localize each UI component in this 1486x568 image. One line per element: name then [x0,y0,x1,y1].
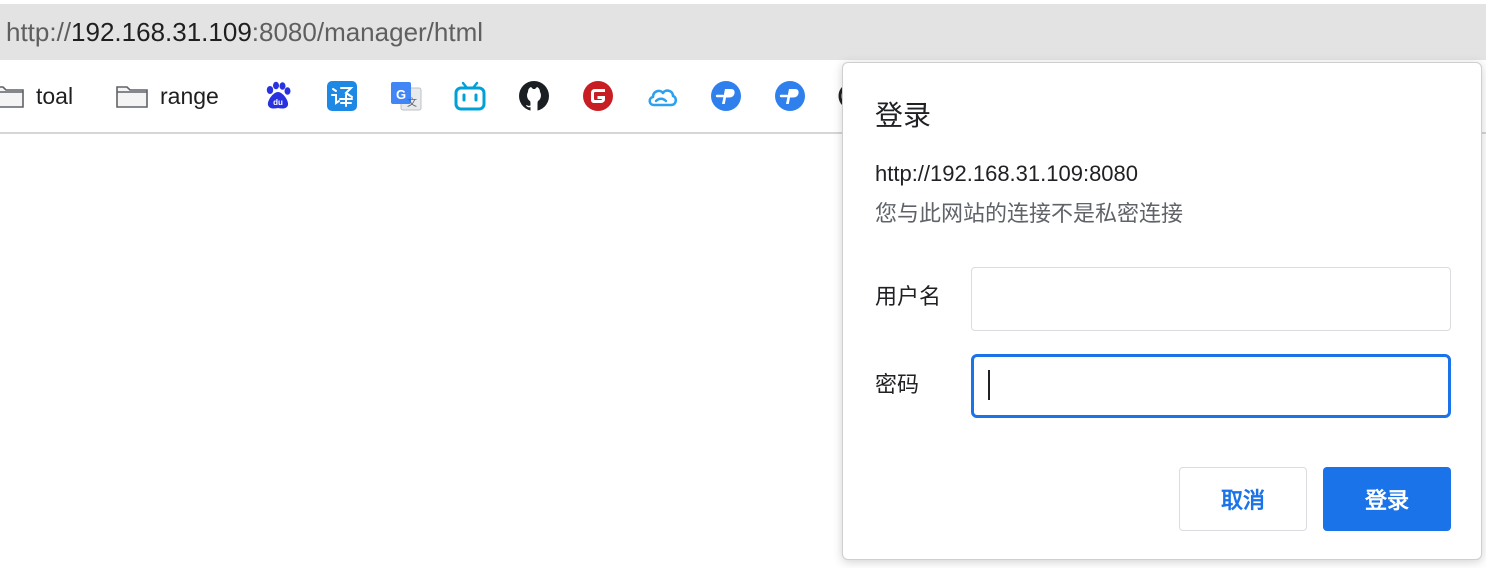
bookmark-p-icon [711,81,741,111]
dialog-origin: http://192.168.31.109:8080 [875,161,1139,186]
bookmark-folder-toal[interactable]: toal [0,60,73,132]
login-button[interactable]: 登录 [1323,467,1451,531]
baidu-icon: du [266,81,291,109]
folder-icon [116,86,148,108]
password-label: 密码 [875,373,920,398]
bookmark-p-icon [775,81,805,111]
url-text[interactable]: http://192.168.31.109:8080/manager/html [6,17,483,47]
login-dialog: 登录 http://192.168.31.109:8080 您与此网站的连接不是… [842,62,1482,560]
bookmark-p-2[interactable] [774,60,806,132]
bookmark-bilibili[interactable] [454,60,486,132]
cancel-button[interactable]: 取消 [1179,467,1307,531]
browser-window: http://192.168.31.109:8080/manager/html … [0,0,1486,568]
bookmark-github[interactable] [518,60,550,132]
github-icon [519,81,549,111]
address-bar[interactable]: http://192.168.31.109:8080/manager/html [0,4,1486,60]
cloud-icon [648,89,678,107]
svg-text:du: du [273,98,283,107]
url-scheme: http:// [6,17,72,47]
bookmark-label: toal [36,82,74,109]
bookmark-p-1[interactable] [710,60,742,132]
bilibili-icon [454,81,486,111]
bookmark-translate[interactable] [326,60,358,132]
bookmark-folder-range[interactable]: range [116,60,219,132]
username-input[interactable] [971,267,1451,331]
bookmark-gitee[interactable] [582,60,614,132]
dialog-title: 登录 [875,99,932,132]
connection-warning: 您与此网站的连接不是私密连接 [875,202,1184,227]
password-input[interactable] [971,354,1451,418]
url-rest: :8080/manager/html [251,17,484,47]
username-label: 用户名 [875,285,942,310]
url-host: 192.168.31.109 [71,17,252,47]
bookmark-label: range [160,82,219,109]
svg-text:文: 文 [407,96,417,109]
bookmark-google-translate[interactable]: G 文 [390,60,422,132]
translate-icon [327,81,357,111]
text-caret [988,370,990,400]
svg-text:G: G [396,87,406,102]
bookmark-baidu[interactable]: du [262,60,294,132]
gitee-icon [583,81,613,111]
folder-icon [0,86,24,108]
google-translate-icon: G 文 [391,82,422,111]
bookmark-cloud[interactable] [646,60,678,132]
